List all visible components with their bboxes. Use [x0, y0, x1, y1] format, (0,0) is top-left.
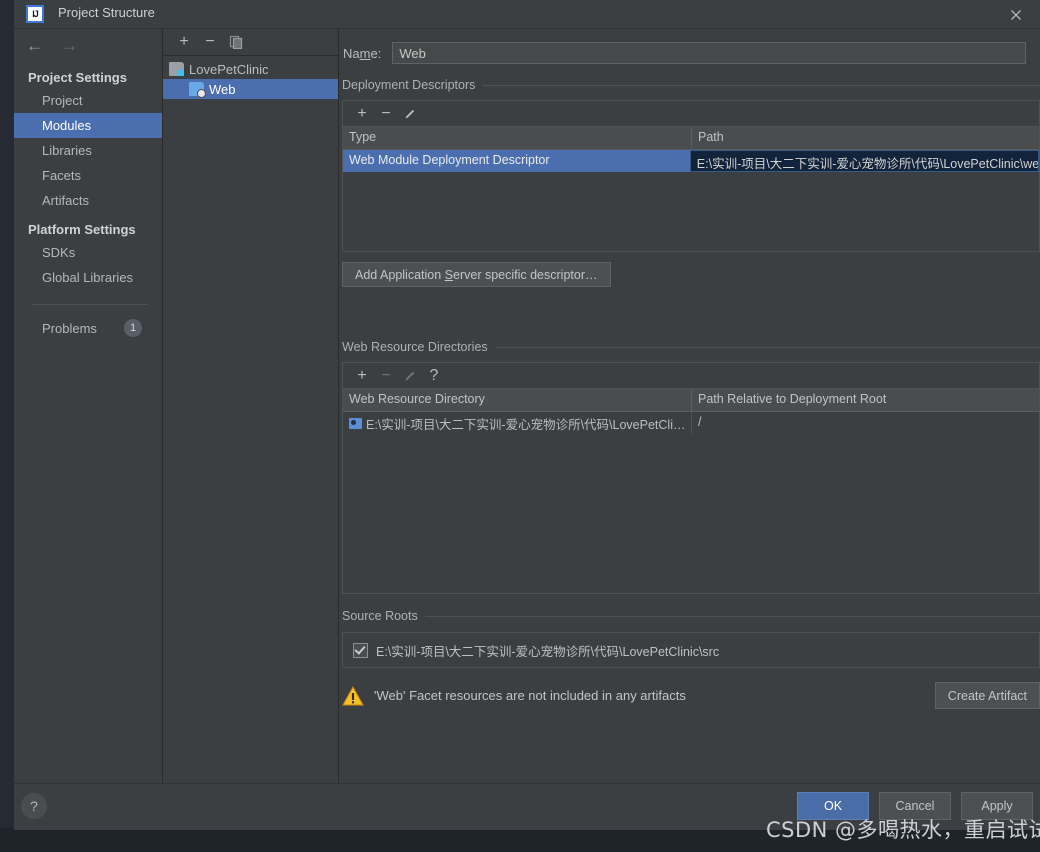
name-row: Name:	[339, 29, 1040, 64]
deployment-descriptors-title-row: Deployment Descriptors	[339, 78, 1040, 92]
web-resource-directories-toolbar: + − ?	[343, 363, 1039, 389]
source-roots-title: Source Roots	[342, 609, 418, 623]
deployment-descriptors-group: Deployment Descriptors + − Type Path Web…	[339, 78, 1040, 287]
intellij-idea-icon: IJ	[26, 5, 44, 23]
deployment-descriptors-body: Web Module Deployment Descriptor E:\实训-项…	[343, 150, 1039, 172]
dialog-titlebar: IJ Project Structure	[14, 0, 1040, 29]
sidebar-item-modules[interactable]: Modules	[14, 113, 162, 138]
project-structure-dialog: IJ Project Structure ← → Project Setting…	[14, 0, 1040, 830]
deployment-descriptors-header: Type Path	[343, 127, 1039, 150]
warning-triangle-icon	[342, 685, 364, 706]
sidebar-item-global-libraries[interactable]: Global Libraries	[14, 265, 162, 290]
nav-divider	[32, 304, 148, 305]
add-module-button[interactable]: +	[173, 31, 195, 53]
source-root-checkbox[interactable]	[353, 642, 368, 658]
nav-header-project-settings: Project Settings	[28, 70, 127, 85]
sidebar-item-artifacts[interactable]: Artifacts	[14, 188, 162, 213]
cell-web-resource-directory: E:\实训-项目\大二下实训-爱心宠物诊所\代码\LovePetCli…	[343, 412, 691, 434]
tree-node-web[interactable]: Web	[163, 79, 338, 99]
nav-header-platform-settings: Platform Settings	[28, 222, 136, 237]
apply-button[interactable]: Apply	[961, 792, 1033, 820]
nav-group-platform-settings: Platform Settings SDKs Global Libraries	[14, 213, 162, 290]
help-button[interactable]: ?	[21, 793, 47, 819]
group-divider	[494, 346, 1040, 348]
deployment-descriptors-table: + − Type Path Web Module Deployment Desc…	[342, 100, 1040, 252]
module-tree-pane: + − LovePetClinic Web	[163, 29, 339, 783]
add-web-resource-button[interactable]: +	[351, 365, 373, 387]
help-web-resource-button[interactable]: ?	[423, 365, 445, 387]
cell-path: E:\实训-项目\大二下实训-爱心宠物诊所\代码\LovePetClinic\w…	[689, 150, 1039, 172]
column-header-type[interactable]: Type	[343, 127, 691, 149]
sidebar-item-project[interactable]: Project	[14, 88, 162, 113]
settings-nav-pane: ← → Project Settings Project Modules Lib…	[14, 29, 163, 783]
backdrop-left-strip	[0, 0, 14, 828]
edit-web-resource-button[interactable]	[399, 365, 421, 387]
cell-web-resource-directory-text: E:\实训-项目\大二下实训-爱心宠物诊所\代码\LovePetCli…	[366, 417, 686, 432]
deployment-descriptors-title: Deployment Descriptors	[342, 78, 476, 92]
source-roots-title-row: Source Roots	[339, 609, 1040, 623]
module-tree-list: LovePetClinic Web	[163, 56, 338, 783]
name-input[interactable]	[392, 42, 1026, 64]
add-descriptor-button[interactable]: +	[351, 103, 373, 125]
create-artifact-button[interactable]: Create Artifact	[934, 682, 1040, 709]
sidebar-item-sdks[interactable]: SDKs	[14, 240, 162, 265]
web-resource-directories-body: E:\实训-项目\大二下实训-爱心宠物诊所\代码\LovePetCli… /	[343, 412, 1039, 434]
web-resource-directories-group: Web Resource Directories + − ? Web Resou…	[339, 340, 1040, 594]
add-application-server-descriptor-button[interactable]: Add Application Server specific descript…	[342, 262, 611, 287]
web-resource-directories-table: + − ? Web Resource Directory Path Relati…	[342, 362, 1040, 594]
sidebar-item-libraries[interactable]: Libraries	[14, 138, 162, 163]
problems-count-badge: 1	[124, 319, 142, 337]
module-tree-toolbar: + −	[163, 29, 338, 56]
source-roots-list: E:\实训-项目\大二下实训-爱心宠物诊所\代码\LovePetClinic\s…	[342, 632, 1040, 668]
facet-warning-row: 'Web' Facet resources are not included i…	[342, 682, 1040, 709]
column-header-path[interactable]: Path	[691, 127, 1039, 149]
tree-node-label: Web	[209, 81, 236, 97]
remove-web-resource-button[interactable]: −	[375, 365, 397, 387]
arrow-left-icon[interactable]: ←	[26, 37, 43, 54]
web-resource-directories-title: Web Resource Directories	[342, 340, 488, 354]
copy-module-button[interactable]	[225, 31, 247, 53]
table-row[interactable]: E:\实训-项目\大二下实训-爱心宠物诊所\代码\LovePetCli… /	[343, 412, 1039, 434]
column-header-relative-path[interactable]: Path Relative to Deployment Root	[691, 389, 1039, 411]
source-roots-group: Source Roots E:\实训-项目\大二下实训-爱心宠物诊所\代码\Lo…	[339, 609, 1040, 668]
tree-node-lovepetclinic[interactable]: LovePetClinic	[163, 59, 338, 79]
facet-warning-message: 'Web' Facet resources are not included i…	[374, 688, 686, 703]
tree-node-label: LovePetClinic	[189, 61, 269, 77]
name-label: Name:	[343, 45, 382, 61]
dialog-action-buttons: OK Cancel Apply	[797, 792, 1033, 820]
source-root-path: E:\实训-项目\大二下实训-爱心宠物诊所\代码\LovePetClinic\s…	[376, 644, 720, 659]
remove-module-button[interactable]: −	[199, 31, 221, 53]
cancel-button[interactable]: Cancel	[879, 792, 951, 820]
dialog-title: Project Structure	[58, 5, 155, 20]
arrow-right-icon[interactable]: →	[61, 37, 78, 54]
remove-descriptor-button[interactable]: −	[375, 103, 397, 125]
folder-web-icon	[349, 417, 362, 429]
nav-history-arrows: ← →	[14, 29, 162, 61]
group-divider	[424, 615, 1040, 617]
web-facet-icon	[189, 82, 206, 98]
web-resource-directories-header: Web Resource Directory Path Relative to …	[343, 389, 1039, 412]
table-row[interactable]: Web Module Deployment Descriptor E:\实训-项…	[343, 150, 1039, 172]
close-icon[interactable]	[1008, 7, 1024, 23]
dialog-footer: ? OK Cancel Apply	[14, 783, 1040, 830]
cell-relative-path: /	[691, 412, 1039, 434]
nav-group-project-settings: Project Settings Project Modules Librari…	[14, 61, 162, 213]
column-header-web-resource-directory[interactable]: Web Resource Directory	[343, 389, 691, 411]
web-resource-directories-title-row: Web Resource Directories	[339, 340, 1040, 354]
sidebar-item-problems-label: Problems	[42, 320, 97, 336]
module-icon	[169, 62, 184, 76]
sidebar-item-facets[interactable]: Facets	[14, 163, 162, 188]
cell-type: Web Module Deployment Descriptor	[343, 150, 690, 172]
edit-descriptor-button[interactable]	[399, 103, 421, 125]
facet-settings-pane: Name: Deployment Descriptors + −	[339, 29, 1040, 783]
group-divider	[482, 84, 1040, 86]
dialog-body: ← → Project Settings Project Modules Lib…	[14, 29, 1040, 783]
backdrop-bottom-strip	[0, 828, 1040, 852]
deployment-descriptors-toolbar: + −	[343, 101, 1039, 127]
ok-button[interactable]: OK	[797, 792, 869, 820]
sidebar-item-problems[interactable]: Problems 1	[14, 315, 162, 341]
